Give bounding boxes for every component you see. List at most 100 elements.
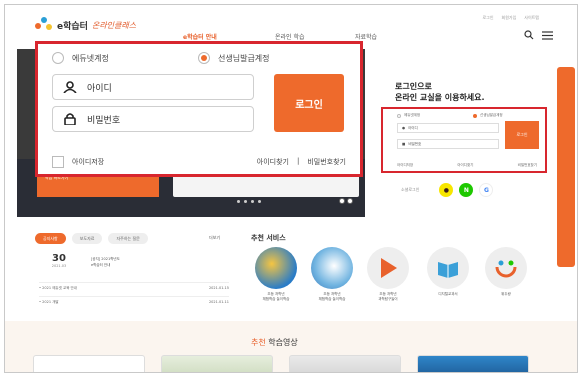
radio-button-selected[interactable] bbox=[473, 113, 477, 118]
search-icon[interactable] bbox=[524, 30, 534, 40]
radio-button[interactable] bbox=[397, 113, 401, 118]
password-input[interactable]: 비밀번호 bbox=[52, 106, 254, 132]
find-separator: | bbox=[297, 157, 300, 165]
video-thumbnail[interactable] bbox=[161, 355, 273, 372]
header-icons bbox=[524, 30, 553, 40]
social-login-row: 소셜로그인 ● N G bbox=[401, 183, 494, 197]
login-promo-line1: 로그인으로 bbox=[395, 82, 432, 91]
logo-subtext: 온라인클래스 bbox=[91, 20, 137, 30]
service-thumbnail bbox=[311, 247, 353, 289]
nav-item-guide[interactable]: e학습터 안내 bbox=[183, 32, 217, 41]
site-logo[interactable]: e학습터 온라인클래스 bbox=[35, 17, 136, 33]
util-link-signup[interactable]: 회원가입 bbox=[502, 15, 517, 21]
slider-controls bbox=[339, 198, 353, 204]
small-password-input[interactable]: ■ 비밀번호 bbox=[397, 139, 499, 149]
notice-date: 2021.01.11 bbox=[208, 300, 229, 304]
service-item-3[interactable]: 초등 저학년 과학탐구놀이 bbox=[363, 247, 413, 302]
service-label: 초등 저학년 체험학습 놀이학습 bbox=[262, 292, 290, 301]
service-item-5[interactable]: 위두랑 bbox=[481, 247, 531, 297]
videos-title-accent: 추천 bbox=[251, 338, 266, 347]
right-edge-banner bbox=[557, 67, 575, 267]
password-placeholder: 비밀번호 bbox=[408, 141, 422, 146]
service-label: 위두랑 bbox=[501, 292, 511, 296]
google-icon[interactable]: G bbox=[479, 183, 494, 197]
service-thumbnail bbox=[427, 247, 469, 289]
small-save-id[interactable]: 아이디저장 bbox=[397, 163, 413, 168]
user-icon: ● bbox=[402, 126, 406, 130]
slider-prev-button[interactable] bbox=[339, 198, 345, 204]
small-radio-teacher[interactable]: 선생님발급계정 bbox=[473, 113, 503, 118]
notice-tabs: 공지사항 보도자료 자주하는 질문 bbox=[35, 233, 148, 244]
radio-label: 에듀넷계정 bbox=[72, 53, 109, 63]
checkbox[interactable] bbox=[52, 156, 64, 168]
notice-year-month: 2021.03 bbox=[51, 264, 67, 268]
radio-button[interactable] bbox=[52, 52, 64, 64]
slider-next-button[interactable] bbox=[347, 198, 353, 204]
notice-title: • 2021 개발 bbox=[39, 300, 59, 304]
id-input[interactable]: 아이디 bbox=[52, 74, 254, 100]
service-label: 초등 저학년 체험학습 놀이학습 bbox=[318, 292, 346, 301]
videos-title: 추천 학습영상 bbox=[251, 337, 298, 348]
password-placeholder: 비밀번호 bbox=[87, 115, 121, 126]
service-label: 디지털교과서 bbox=[438, 292, 458, 296]
service-item-4[interactable]: 디지털교과서 bbox=[423, 247, 473, 297]
video-thumbnail[interactable] bbox=[33, 355, 145, 372]
notice-title: • 2021 에듀넷 교육 안내 bbox=[39, 286, 77, 290]
util-link-login[interactable]: 로그인 bbox=[482, 15, 493, 21]
nav-item-resources[interactable]: 자료학습 bbox=[355, 32, 377, 41]
naver-icon[interactable]: N bbox=[459, 183, 474, 197]
small-login-button[interactable]: 로그인 bbox=[505, 121, 539, 149]
notice-more-link[interactable]: 더보기 bbox=[209, 235, 220, 241]
radio-teacher-account[interactable]: 선생님발급계정 bbox=[198, 52, 270, 64]
service-thumbnail bbox=[367, 247, 409, 289]
radio-button-selected[interactable] bbox=[198, 52, 210, 64]
menu-icon[interactable] bbox=[542, 30, 553, 40]
small-login-links: 아이디저장 아이디찾기 비밀번호찾기 bbox=[397, 163, 537, 168]
small-radio-edunet[interactable]: 에듀넷계정 bbox=[397, 113, 420, 118]
service-item-1[interactable]: 초등 저학년 체험학습 놀이학습 bbox=[251, 247, 301, 302]
login-button[interactable]: 로그인 bbox=[274, 74, 344, 132]
slider-dot[interactable] bbox=[244, 200, 247, 203]
small-id-input[interactable]: ● 아이디 bbox=[397, 123, 499, 133]
small-find-id[interactable]: 아이디찾기 bbox=[457, 163, 473, 168]
notice-date: 2021.01.15 bbox=[208, 286, 229, 290]
video-thumbnail[interactable] bbox=[289, 355, 401, 372]
id-placeholder: 아이디 bbox=[408, 125, 418, 130]
service-label: 초등 저학년 과학탐구놀이 bbox=[378, 292, 398, 301]
slider-dot[interactable] bbox=[237, 200, 240, 203]
login-panel-enlarged: 에듀넷계정 선생님발급계정 아이디 비밀번호 로그인 아이디저장 아이디찾기 |… bbox=[35, 41, 363, 177]
tab-press[interactable]: 보도자료 bbox=[71, 233, 103, 244]
slider-dot[interactable] bbox=[251, 200, 254, 203]
kakao-icon[interactable]: ● bbox=[439, 183, 454, 197]
small-find-password[interactable]: 비밀번호찾기 bbox=[518, 163, 537, 168]
tab-faq[interactable]: 자주하는 질문 bbox=[108, 233, 148, 244]
nav-item-online-learning[interactable]: 온라인 학습 bbox=[275, 32, 305, 41]
login-panel-small: 에듀넷계정 선생님발급계정 ● 아이디 ■ 비밀번호 로그인 아이디저장 아이디찾기… bbox=[381, 107, 547, 173]
video-thumbnail[interactable] bbox=[417, 355, 529, 372]
find-links: 아이디찾기 | 비밀번호찾기 bbox=[257, 157, 346, 167]
logo-text: e학습터 bbox=[57, 21, 88, 32]
id-placeholder: 아이디 bbox=[87, 83, 112, 94]
find-password-link[interactable]: 비밀번호찾기 bbox=[307, 157, 346, 167]
notice-list-item[interactable]: • 2021 개발 2021.01.11 bbox=[39, 296, 229, 305]
notice-list-item[interactable]: • 2021 에듀넷 교육 안내 2021.01.15 bbox=[39, 282, 229, 291]
lock-icon: ■ bbox=[402, 142, 406, 146]
service-thumbnail bbox=[485, 247, 527, 289]
utility-links: 로그인 회원가입 사이트맵 bbox=[482, 15, 539, 21]
radio-edunet[interactable]: 에듀넷계정 bbox=[52, 52, 109, 64]
save-id-label: 아이디저장 bbox=[72, 158, 105, 166]
save-id-checkbox[interactable]: 아이디저장 bbox=[52, 156, 104, 168]
slider-dot[interactable] bbox=[258, 200, 261, 203]
service-item-2[interactable]: 초등 저학년 체험학습 놀이학습 bbox=[307, 247, 357, 302]
login-promo-line2: 온라인 교실을 이용하세요. bbox=[395, 93, 485, 102]
util-link-sitemap[interactable]: 사이트맵 bbox=[524, 15, 539, 21]
notice-day: 30 bbox=[52, 253, 66, 264]
radio-label: 선생님발급계정 bbox=[218, 53, 270, 63]
logo-mark-icon bbox=[35, 17, 53, 33]
app-frame: e학습터 온라인클래스 로그인 회원가입 사이트맵 e학습터 안내 온라인 학습… bbox=[4, 4, 578, 373]
find-id-link[interactable]: 아이디찾기 bbox=[257, 157, 289, 167]
lock-icon bbox=[64, 113, 76, 125]
social-login-label: 소셜로그인 bbox=[401, 187, 420, 192]
tab-notice[interactable]: 공지사항 bbox=[35, 233, 66, 244]
notice-featured[interactable]: [공지] 2021학년도 e학습터 안내 bbox=[91, 256, 120, 268]
